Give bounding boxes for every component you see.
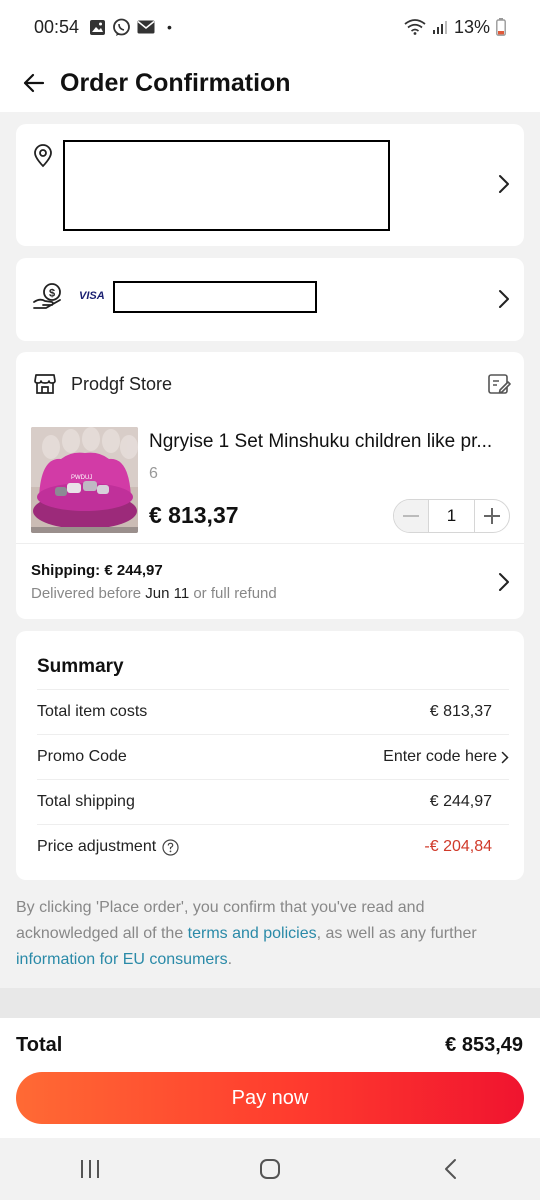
address-card[interactable] <box>16 124 524 246</box>
promo-code-entry[interactable]: Enter code here <box>383 748 509 766</box>
checkout-footer: Total € 853,49 Pay now <box>0 1018 540 1138</box>
recent-apps-button[interactable] <box>60 1149 120 1189</box>
signal-icon <box>432 21 447 34</box>
summary-row-price-adjustment: Price adjustment -€ 204,84 <box>37 824 509 869</box>
delivery-date: Jun 11 <box>145 585 190 602</box>
plus-icon <box>484 508 500 524</box>
chevron-right-icon <box>499 573 509 591</box>
back-arrow-icon[interactable] <box>22 71 46 95</box>
status-bar: 00:54 • 13% <box>0 0 540 54</box>
chevron-right-icon <box>499 290 509 308</box>
wifi-icon <box>404 19 426 35</box>
summary-value: € 813,37 <box>429 703 492 720</box>
store-product-card: Prodgf Store PWDUJ Ngryise 1 Set Minshuk… <box>16 352 524 619</box>
shipping-cost: Shipping: € 244,97 <box>31 562 163 579</box>
page-title: Order Confirmation <box>60 68 291 97</box>
battery-icon <box>496 18 506 36</box>
summary-row-total-shipping: Total shipping € 244,97 <box>37 779 509 824</box>
home-button[interactable] <box>240 1149 300 1189</box>
quantity-value[interactable]: 1 <box>428 500 475 532</box>
summary-row-promo-code[interactable]: Promo Code Enter code here <box>37 734 509 779</box>
delivery-suffix: or full refund <box>193 585 277 602</box>
visa-logo: VISA <box>79 290 105 302</box>
summary-label: Promo Code <box>37 748 127 765</box>
more-notifications-dot: • <box>167 19 172 35</box>
minus-icon <box>403 515 419 517</box>
product-variant: 6 <box>149 465 158 482</box>
summary-label: Total shipping <box>37 793 135 810</box>
quantity-stepper: 1 <box>393 499 510 533</box>
notification-icons: • <box>89 18 172 37</box>
terms-link[interactable]: terms and policies <box>188 925 317 942</box>
price-adjustment-value: -€ 204,84 <box>424 838 492 855</box>
hand-coin-icon: $ <box>33 283 61 309</box>
product-title[interactable]: Ngryise 1 Set Minshuku children like pr.… <box>149 431 511 453</box>
summary-title: Summary <box>37 656 124 677</box>
summary-value: € 244,97 <box>429 793 492 810</box>
card-number-redacted <box>113 281 317 313</box>
product-image-watermark: PWDUJ <box>71 475 93 481</box>
mail-icon <box>137 20 155 34</box>
location-pin-icon <box>34 144 52 168</box>
recents-icon <box>81 1160 99 1178</box>
edit-note-icon[interactable] <box>487 372 511 396</box>
product-price: € 813,37 <box>149 502 239 528</box>
viber-icon <box>113 18 130 36</box>
chevron-right-icon <box>499 175 509 193</box>
shipping-row[interactable]: Shipping: € 244,97 Delivered before Jun … <box>16 544 524 619</box>
summary-card: Summary Total item costs € 813,37 Promo … <box>16 631 524 880</box>
payment-method-card[interactable]: $ VISA <box>16 258 524 341</box>
promo-placeholder: Enter code here <box>383 748 497 765</box>
gallery-icon <box>90 19 106 35</box>
delivery-estimate: Delivered before Jun 11 or full refund <box>31 585 277 602</box>
system-icons: 13% <box>404 17 506 38</box>
summary-label: Total item costs <box>37 703 148 720</box>
home-icon <box>260 1159 280 1179</box>
system-nav-bar <box>0 1138 540 1200</box>
decrease-quantity-button[interactable] <box>394 500 428 532</box>
legal-notice: By clicking 'Place order', you confirm t… <box>16 895 516 973</box>
battery-percent: 13% <box>453 16 490 37</box>
total-value: € 853,49 <box>445 1034 523 1056</box>
address-redacted <box>63 140 390 231</box>
legal-text-2: , as well as any further <box>316 925 477 942</box>
eu-info-link[interactable]: information for EU consumers <box>16 951 228 968</box>
help-circle-icon[interactable] <box>162 838 179 856</box>
product-image[interactable]: PWDUJ <box>31 427 138 533</box>
svg-text:$: $ <box>49 288 55 300</box>
section-separator <box>0 988 540 1018</box>
back-chevron-icon <box>445 1159 456 1179</box>
summary-label: Price adjustment <box>37 838 157 855</box>
increase-quantity-button[interactable] <box>475 500 509 532</box>
pay-now-button[interactable]: Pay now <box>16 1072 524 1124</box>
store-icon <box>34 374 56 394</box>
legal-text-3: . <box>227 951 233 968</box>
store-name[interactable]: Prodgf Store <box>71 374 172 395</box>
back-button[interactable] <box>420 1149 480 1189</box>
chevron-right-icon <box>501 751 509 763</box>
app-header: Order Confirmation <box>0 54 540 112</box>
delivery-prefix: Delivered before <box>31 585 142 602</box>
summary-row-item-costs: Total item costs € 813,37 <box>37 689 509 734</box>
status-time: 00:54 <box>34 16 80 37</box>
total-label: Total <box>16 1034 63 1056</box>
